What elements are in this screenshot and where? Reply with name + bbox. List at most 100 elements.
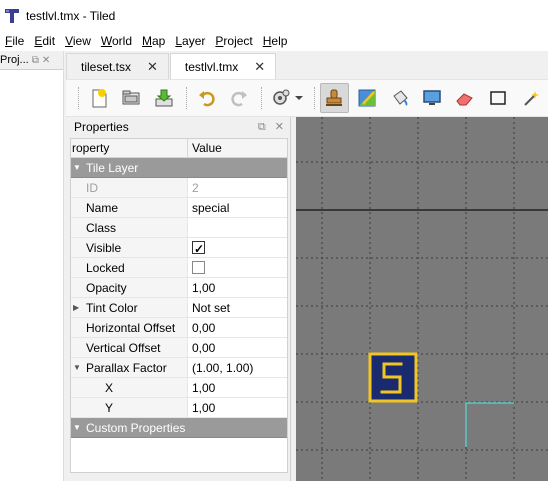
stamp-brush-button[interactable]	[319, 83, 350, 113]
document-tabs: tileset.tsx ✕ testlvl.tmx ✕	[66, 51, 548, 79]
tab-testlvl[interactable]: testlvl.tmx ✕	[169, 53, 277, 79]
visible-checkbox[interactable]	[192, 239, 205, 259]
redo-icon	[231, 91, 248, 107]
collapsed-arrow-icon[interactable]: ▶	[73, 298, 79, 318]
properties-panel: Properties ⧉ ✕ roperty Value ▼ Tile Layer…	[66, 117, 291, 481]
menu-file[interactable]: File	[0, 31, 29, 51]
project-dock: Proj... ⧉ ✕	[0, 51, 64, 481]
class-value[interactable]	[188, 218, 287, 237]
property-row-opacity[interactable]: Opacity 1,00	[71, 278, 287, 298]
gears-icon	[273, 89, 303, 105]
rectangle-select-button[interactable]	[483, 83, 513, 113]
open-folder-icon	[122, 90, 140, 105]
close-icon[interactable]: ✕	[42, 55, 50, 66]
main-toolbar	[66, 79, 548, 117]
column-header-value[interactable]: Value	[188, 139, 222, 157]
tab-tileset[interactable]: tileset.tsx ✕	[66, 53, 169, 79]
property-row-name[interactable]: Name special	[71, 198, 287, 218]
parallax-y-value[interactable]: 1,00	[188, 398, 287, 417]
map-canvas[interactable]	[296, 117, 548, 481]
menu-project[interactable]: Project	[210, 31, 257, 51]
properties-table: roperty Value ▼ Tile Layer ID 2 Name spec…	[70, 138, 288, 473]
column-header-property[interactable]: roperty	[71, 139, 188, 157]
menu-help[interactable]: Help	[258, 31, 293, 51]
property-row-vertical-offset[interactable]: Vertical Offset 0,00	[71, 338, 287, 358]
save-button[interactable]	[149, 83, 179, 113]
property-row-locked[interactable]: Locked	[71, 258, 287, 278]
eraser-button[interactable]	[450, 83, 480, 113]
undo-icon	[198, 91, 215, 107]
monitor-icon	[423, 90, 442, 105]
opacity-value[interactable]: 1,00	[188, 278, 287, 297]
properties-dock-buttons: ⧉ ✕	[258, 120, 284, 134]
properties-header: Properties ⧉ ✕	[66, 117, 290, 137]
tile-cursor-outline	[465, 402, 514, 447]
property-row-class[interactable]: Class	[71, 218, 287, 238]
title-bar: testlvl.tmx - Tiled	[0, 0, 548, 31]
magic-wand-button[interactable]	[515, 83, 545, 113]
menu-map[interactable]: Map	[137, 31, 170, 51]
rectangle-select-icon	[489, 91, 506, 105]
expanded-arrow-icon[interactable]: ▼	[73, 418, 81, 438]
open-file-button[interactable]	[117, 83, 147, 113]
parallax-x-value[interactable]: 1,00	[188, 378, 287, 397]
float-icon[interactable]: ⧉	[32, 55, 39, 66]
window-title: testlvl.tmx - Tiled	[26, 8, 116, 23]
toolbar-separator	[78, 87, 80, 109]
property-row-id: ID 2	[71, 178, 287, 198]
undo-button[interactable]	[192, 83, 222, 113]
properties-title: Properties	[74, 120, 129, 134]
new-file-button[interactable]	[84, 83, 114, 113]
bucket-icon	[392, 90, 408, 106]
toolbar-separator	[185, 87, 188, 109]
property-row-parallax-y[interactable]: Y 1,00	[71, 398, 287, 418]
property-row-visible[interactable]: Visible	[71, 238, 287, 259]
menu-bar: File Edit View World Map Layer Project H…	[0, 31, 548, 51]
property-row-parallax-factor[interactable]: ▼ Parallax Factor (1.00, 1.00)	[71, 358, 287, 378]
tab-label: tileset.tsx	[81, 59, 132, 74]
project-dock-header: Proj... ⧉ ✕	[0, 51, 63, 69]
map-grid	[296, 117, 548, 481]
magic-wand-icon	[524, 91, 540, 106]
bucket-fill-button[interactable]	[385, 83, 415, 113]
project-panel-body[interactable]	[0, 69, 63, 481]
expanded-arrow-icon[interactable]: ▼	[73, 158, 81, 178]
menu-world[interactable]: World	[96, 31, 137, 51]
group-custom-properties[interactable]: ▼ Custom Properties	[71, 418, 287, 438]
vertical-offset-value[interactable]: 0,00	[188, 338, 287, 357]
locked-checkbox[interactable]	[192, 261, 205, 274]
horizontal-offset-value[interactable]: 0,00	[188, 318, 287, 337]
tab-close-icon[interactable]: ✕	[254, 59, 265, 75]
terrain-brush-button[interactable]	[352, 83, 382, 113]
tab-close-icon[interactable]: ✕	[147, 59, 158, 75]
property-row-horizontal-offset[interactable]: Horizontal Offset 0,00	[71, 318, 287, 338]
terrain-brush-icon	[358, 89, 376, 107]
menu-layer[interactable]: Layer	[170, 31, 210, 51]
tab-label: testlvl.tmx	[184, 59, 239, 74]
stamp-icon	[326, 89, 343, 106]
property-row-parallax-x[interactable]: X 1,00	[71, 378, 287, 398]
expanded-arrow-icon[interactable]: ▼	[73, 358, 81, 378]
toolbar-separator	[261, 87, 263, 109]
menu-view[interactable]: View	[60, 31, 96, 51]
properties-empty-area[interactable]	[71, 438, 287, 472]
table-header: roperty Value	[71, 139, 287, 158]
redo-button[interactable]	[224, 83, 254, 113]
parallax-factor-value[interactable]: (1.00, 1.00)	[188, 358, 287, 377]
close-icon[interactable]: ✕	[275, 121, 284, 133]
save-icon	[155, 89, 173, 107]
property-row-tint-color[interactable]: ▶ Tint Color Not set	[71, 298, 287, 318]
special-tile[interactable]	[368, 352, 418, 403]
tiled-app-icon	[4, 8, 20, 24]
tint-color-value[interactable]: Not set	[188, 298, 287, 317]
project-dock-title: Proj...	[0, 54, 29, 66]
eraser-icon	[456, 93, 473, 106]
new-file-icon	[92, 89, 107, 108]
shape-fill-button[interactable]	[417, 83, 447, 113]
name-value[interactable]: special	[188, 198, 287, 217]
toolbar-separator	[313, 87, 316, 109]
menu-edit[interactable]: Edit	[29, 31, 60, 51]
float-icon[interactable]: ⧉	[258, 121, 266, 133]
group-tile-layer[interactable]: ▼ Tile Layer	[71, 158, 287, 178]
commands-button[interactable]	[267, 83, 307, 113]
